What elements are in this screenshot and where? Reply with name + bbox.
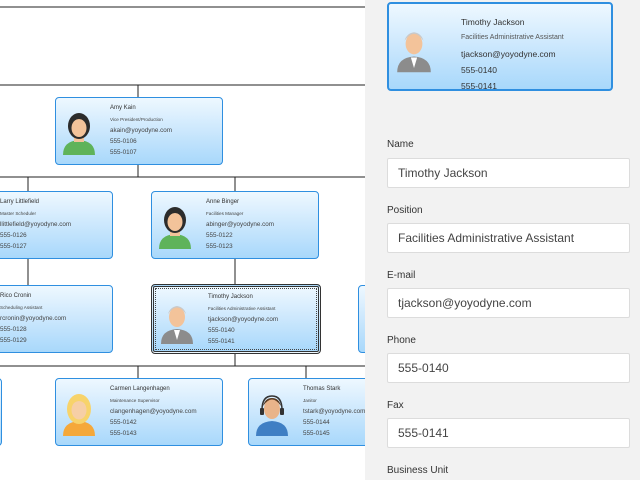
card-name: Thomas Stark <box>303 386 341 392</box>
card-fax: 555-0123 <box>206 243 233 250</box>
card-title: Maintenance Supervisor <box>110 398 160 403</box>
female-dark-avatar-icon <box>59 107 99 155</box>
card-name: Rico Cronin <box>0 293 32 299</box>
fax-label: Fax <box>387 400 404 411</box>
male-grey-avatar-icon <box>157 296 197 344</box>
org-card-rico-cronin[interactable]: Rico Cronin Scheduling Assistant rcronin… <box>0 285 113 353</box>
card-fax: 555-0107 <box>110 149 137 156</box>
card-email: llittlefield@yoyodyne.com <box>0 221 72 228</box>
card-email: tjackson@yoyodyne.com <box>208 316 279 323</box>
position-input[interactable] <box>387 223 630 253</box>
selected-title: Facilities Administrative Assistant <box>461 34 564 41</box>
card-phone: 555-0142 <box>110 419 137 426</box>
card-email: tstark@yoyodyne.com <box>303 408 365 415</box>
selected-phone: 555-0140 <box>461 65 497 75</box>
card-title: Janitor <box>303 398 317 403</box>
business-unit-label: Business Unit <box>387 465 449 476</box>
card-title: Master Scheduler <box>0 211 37 216</box>
selected-name: Timothy Jackson <box>461 17 525 27</box>
org-card-partial-left[interactable] <box>0 378 2 446</box>
card-name: Carmen Langenhagen <box>110 386 170 392</box>
card-title: Scheduling Assistant <box>0 305 43 310</box>
male-headset-avatar-icon <box>252 388 292 436</box>
male-grey-avatar-icon <box>393 16 435 78</box>
org-card-timothy-jackson[interactable]: Timothy Jackson Facilities Administrativ… <box>151 284 321 354</box>
card-fax: 555-0129 <box>0 337 27 344</box>
card-fax: 555-0145 <box>303 430 330 437</box>
fax-input[interactable] <box>387 418 630 448</box>
name-input[interactable] <box>387 158 630 188</box>
org-card-larry-littlefield[interactable]: Larry Littlefield Master Scheduler llitt… <box>0 191 113 259</box>
card-email: akain@yoyodyne.com <box>110 127 173 134</box>
card-email: clangenhagen@yoyodyne.com <box>110 408 197 415</box>
female-dark-avatar-icon <box>155 201 195 249</box>
name-label: Name <box>387 139 414 150</box>
card-name: Anne Binger <box>206 199 240 205</box>
card-phone: 555-0126 <box>0 232 27 239</box>
org-card-thomas-stark[interactable]: Thomas Stark Janitor tstark@yoyodyne.com… <box>248 378 365 446</box>
card-phone: 555-0144 <box>303 419 330 426</box>
selected-fax: 555-0141 <box>461 81 497 91</box>
card-title: Vice President/Production <box>110 117 163 122</box>
properties-panel: Timothy Jackson Facilities Administrativ… <box>365 0 640 480</box>
phone-label: Phone <box>387 335 416 346</box>
card-name: Amy Kain <box>110 105 136 111</box>
card-phone: 555-0106 <box>110 138 137 145</box>
org-chart-canvas[interactable]: Amy Kain Vice President/Production akain… <box>0 0 365 480</box>
card-title: Facilities Administrative Assistant <box>208 306 276 311</box>
card-name: Larry Littlefield <box>0 199 40 205</box>
card-email: rcronin@yoyodyne.com <box>0 315 67 322</box>
card-title: Facilities Manager <box>206 211 244 216</box>
selected-email: tjackson@yoyodyne.com <box>461 49 556 59</box>
org-card-amy-kain[interactable]: Amy Kain Vice President/Production akain… <box>55 97 223 165</box>
card-phone: 555-0122 <box>206 232 233 239</box>
position-label: Position <box>387 205 423 216</box>
phone-input[interactable] <box>387 353 630 383</box>
card-fax: 555-0143 <box>110 430 137 437</box>
card-phone: 555-0128 <box>0 326 27 333</box>
org-card-partial-right[interactable] <box>358 285 365 353</box>
email-label: E-mail <box>387 270 416 281</box>
org-card-anne-binger[interactable]: Anne Binger Facilities Manager abinger@y… <box>151 191 319 259</box>
card-fax: 555-0141 <box>208 338 235 345</box>
selected-person-card: Timothy Jackson Facilities Administrativ… <box>387 2 613 91</box>
card-name: Timothy Jackson <box>208 294 253 300</box>
org-card-carmen-langenhagen[interactable]: Carmen Langenhagen Maintenance Superviso… <box>55 378 223 446</box>
card-phone: 555-0140 <box>208 327 235 334</box>
email-input[interactable] <box>387 288 630 318</box>
female-blonde-avatar-icon <box>59 388 99 436</box>
card-fax: 555-0127 <box>0 243 27 250</box>
card-email: abinger@yoyodyne.com <box>206 221 274 228</box>
